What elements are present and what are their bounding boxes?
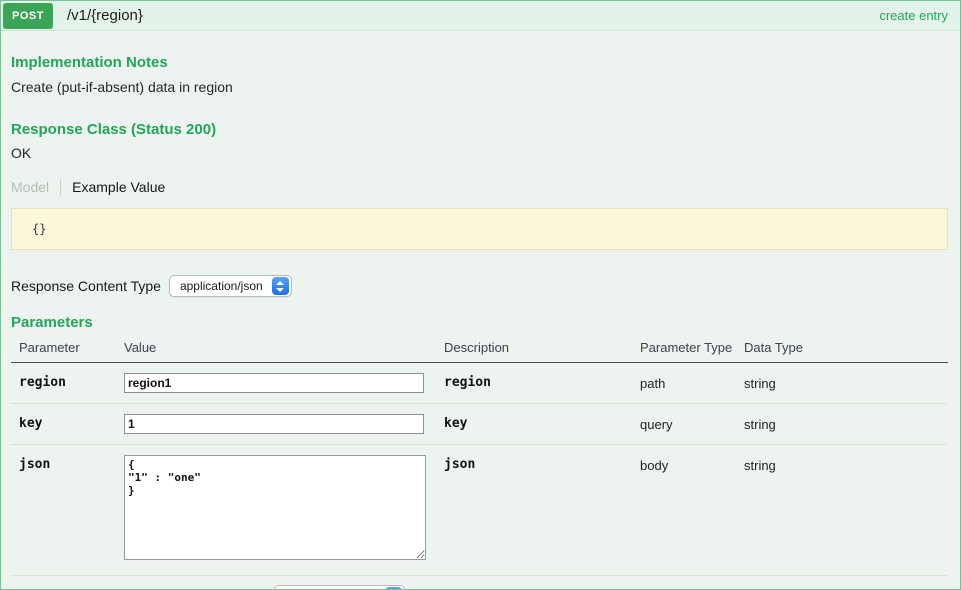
parameters-heading: Parameters — [11, 314, 948, 331]
response-status-text: OK — [11, 145, 948, 161]
implementation-notes-text: Create (put-if-absent) data in region — [11, 79, 948, 95]
chevron-up-icon — [276, 281, 284, 285]
tab-model[interactable]: Model — [11, 179, 61, 195]
region-value-input[interactable] — [124, 373, 424, 393]
implementation-notes-heading: Implementation Notes — [11, 54, 948, 71]
endpoint-path[interactable]: /v1/{region} — [67, 7, 143, 24]
key-value-input[interactable] — [124, 414, 424, 434]
table-row: region region path string — [11, 363, 948, 404]
response-tabs: Model Example Value — [11, 179, 948, 195]
param-data-type: string — [736, 414, 948, 434]
table-header-row: Parameter Value Description Parameter Ty… — [11, 340, 948, 363]
response-content-type-selected: application/json — [180, 279, 263, 293]
param-name: region — [11, 373, 116, 393]
example-value-box: {} — [11, 208, 948, 250]
param-description: json — [436, 455, 632, 565]
col-header-parameter: Parameter — [11, 340, 116, 355]
json-body-textarea[interactable]: { "1" : "one" } — [124, 455, 426, 560]
col-header-description: Description — [436, 340, 632, 355]
param-type: query — [632, 414, 736, 434]
param-data-type: string — [736, 373, 948, 393]
table-row: key key query string — [11, 404, 948, 445]
response-class-heading: Response Class (Status 200) — [11, 121, 948, 138]
select-stepper-icon — [272, 277, 289, 295]
operation-panel: POST /v1/{region} create entry Implement… — [0, 0, 961, 590]
response-content-type-label: Response Content Type — [11, 278, 161, 294]
param-description: region — [436, 373, 632, 393]
parameters-table: Parameter Value Description Parameter Ty… — [11, 340, 948, 576]
col-header-value: Value — [116, 340, 436, 355]
param-name: json — [11, 455, 116, 565]
chevron-down-icon — [276, 288, 284, 292]
param-description: key — [436, 414, 632, 434]
table-row: json { "1" : "one" } json body string — [11, 445, 948, 576]
col-header-data-type: Data Type — [736, 340, 948, 355]
parameter-content-type-select[interactable]: application/json — [274, 585, 405, 590]
http-method-badge[interactable]: POST — [3, 3, 53, 29]
param-type: path — [632, 373, 736, 393]
operation-header[interactable]: POST /v1/{region} create entry — [1, 1, 960, 31]
create-entry-link[interactable]: create entry — [879, 8, 948, 23]
param-data-type: string — [736, 455, 948, 565]
operation-content: Implementation Notes Create (put-if-abse… — [1, 54, 960, 590]
response-content-type-select[interactable]: application/json — [169, 275, 292, 297]
param-name: key — [11, 414, 116, 434]
param-type: body — [632, 455, 736, 565]
col-header-parameter-type: Parameter Type — [632, 340, 736, 355]
tab-example-value[interactable]: Example Value — [61, 179, 165, 195]
